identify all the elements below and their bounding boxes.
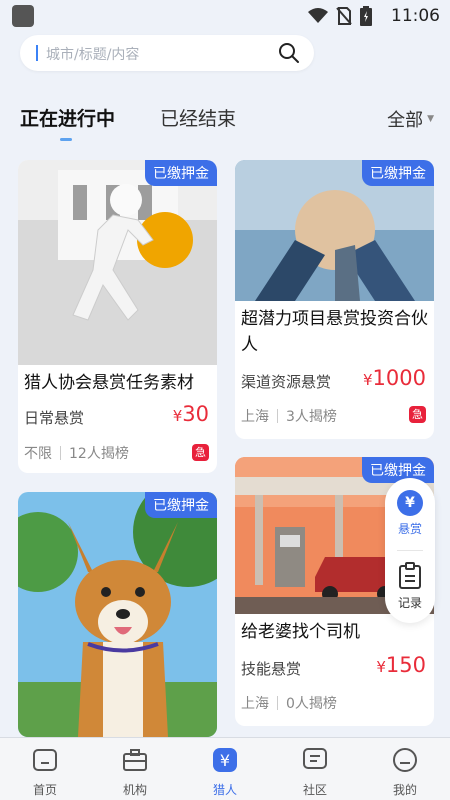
battery-icon bbox=[360, 6, 372, 26]
divider bbox=[60, 446, 61, 460]
divider bbox=[277, 409, 278, 423]
app-notification-icon bbox=[12, 5, 34, 27]
bounty-count: 0人揭榜 bbox=[286, 696, 337, 712]
nav-mine-label: 我的 bbox=[392, 783, 417, 797]
home-icon bbox=[33, 749, 57, 771]
bounty-image: 已缴押金 bbox=[18, 160, 217, 365]
filter-label: 全部 bbox=[387, 110, 424, 131]
urgent-badge: 急 bbox=[409, 406, 426, 423]
chat-icon bbox=[303, 748, 327, 769]
bounty-price: ¥1000 bbox=[363, 366, 426, 390]
nav-community-label: 社区 bbox=[302, 783, 327, 797]
bounty-location: 不限 bbox=[24, 446, 52, 462]
nav-home[interactable]: 首页 bbox=[15, 746, 75, 798]
search-cursor bbox=[36, 45, 38, 61]
search-input[interactable]: 城市/标题/内容 bbox=[20, 35, 314, 71]
bounty-title: 猎人协会悬赏任务素材 bbox=[24, 373, 194, 393]
urgent-badge: 急 bbox=[192, 444, 209, 461]
deposit-badge: 已缴押金 bbox=[362, 457, 434, 483]
bounty-category: 渠道资源悬赏 bbox=[241, 373, 332, 391]
no-sim-icon bbox=[336, 7, 352, 25]
chevron-down-icon: ▼ bbox=[427, 114, 434, 124]
divider bbox=[397, 550, 423, 551]
bounty-card[interactable]: 已缴押金 超潜力项目悬赏投资合伙人 渠道资源悬赏 ¥1000 上海 3人揭榜 急 bbox=[235, 160, 434, 439]
bounty-category: 日常悬赏 bbox=[24, 409, 85, 427]
bounty-meta: 上海 0人揭榜 bbox=[241, 693, 337, 713]
bounty-title: 超潜力项目悬赏投资合伙人 bbox=[241, 309, 428, 355]
status-time: 11:06 bbox=[391, 6, 440, 26]
briefcase-icon bbox=[123, 749, 147, 771]
bounty-image: 已缴押金 bbox=[235, 160, 434, 301]
bounty-price: ¥150 bbox=[376, 653, 426, 677]
nav-agency-label: 机构 bbox=[122, 783, 147, 797]
bounty-count: 12人揭榜 bbox=[69, 446, 129, 462]
tab-ended[interactable]: 已经结束 bbox=[160, 104, 236, 131]
nav-agency[interactable]: 机构 bbox=[105, 746, 165, 798]
wifi-icon bbox=[308, 8, 328, 23]
filter-dropdown[interactable]: 全部 ▼ bbox=[387, 106, 434, 132]
status-bar: 11:06 bbox=[0, 0, 450, 32]
tab-in-progress[interactable]: 正在进行中 bbox=[20, 104, 115, 131]
bounty-count: 3人揭榜 bbox=[286, 409, 337, 425]
bounty-image: 已缴押金 bbox=[18, 492, 217, 737]
bounty-title: 给老婆找个司机 bbox=[241, 622, 360, 642]
bounty-meta: 上海 3人揭榜 bbox=[241, 406, 337, 426]
reward-label: 悬赏 bbox=[397, 522, 422, 536]
yen-icon: ¥ bbox=[213, 748, 237, 772]
deposit-badge: 已缴押金 bbox=[362, 160, 434, 186]
nav-home-label: 首页 bbox=[32, 783, 57, 797]
search-placeholder: 城市/标题/内容 bbox=[46, 47, 140, 63]
status-tabs: 正在进行中 已经结束 全部 ▼ bbox=[0, 100, 450, 144]
tab-indicator bbox=[60, 138, 72, 141]
deposit-badge: 已缴押金 bbox=[145, 492, 217, 518]
search-icon[interactable] bbox=[278, 42, 300, 64]
bounty-meta: 不限 12人揭榜 bbox=[24, 443, 129, 463]
nav-mine[interactable]: 我的 bbox=[375, 746, 435, 798]
yen-icon: ¥ bbox=[397, 490, 423, 516]
svg-text:¥: ¥ bbox=[220, 751, 230, 770]
clipboard-icon bbox=[399, 562, 421, 589]
bounty-location: 上海 bbox=[241, 696, 269, 712]
deposit-badge: 已缴押金 bbox=[145, 160, 217, 186]
status-icons bbox=[308, 6, 372, 26]
nav-community[interactable]: 社区 bbox=[285, 746, 345, 798]
floating-panel: ¥ 悬赏 记录 bbox=[385, 478, 435, 623]
divider bbox=[277, 696, 278, 710]
record-label: 记录 bbox=[397, 596, 422, 610]
bounty-category: 技能悬赏 bbox=[241, 660, 302, 678]
nav-hunter[interactable]: ¥ 猎人 bbox=[195, 746, 255, 798]
user-icon bbox=[393, 748, 417, 772]
nav-hunter-label: 猎人 bbox=[212, 783, 237, 797]
record-button[interactable]: 记录 bbox=[385, 562, 435, 611]
bounty-card[interactable]: 已缴押金 猎人协会悬赏任务素材 日常悬赏 ¥30 不限 12人揭榜 急 bbox=[18, 160, 217, 473]
bounty-card[interactable]: 已缴押金 bbox=[18, 492, 217, 737]
bottom-nav: 首页 机构 ¥ 猎人 社区 我的 bbox=[0, 737, 450, 800]
bounty-price: ¥30 bbox=[172, 402, 209, 426]
reward-button[interactable]: ¥ 悬赏 bbox=[385, 490, 435, 537]
bounty-location: 上海 bbox=[241, 409, 269, 425]
